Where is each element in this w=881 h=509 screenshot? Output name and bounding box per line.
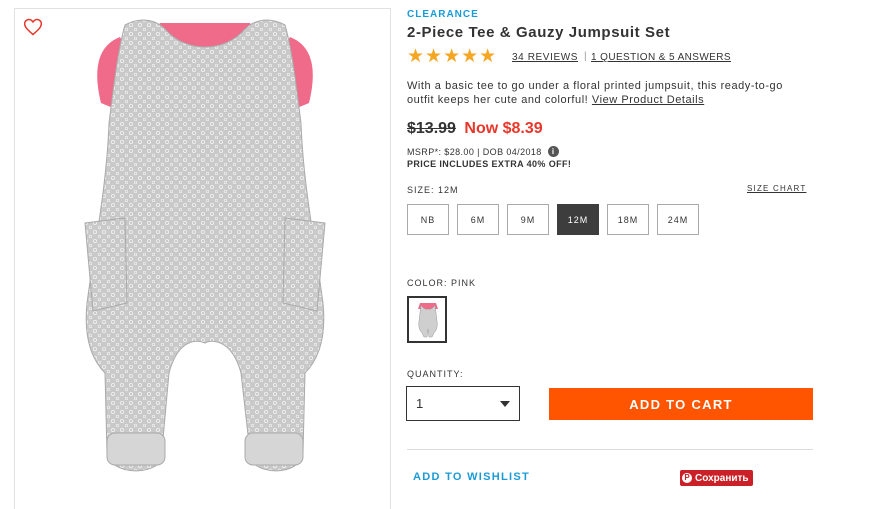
product-image[interactable] <box>65 13 355 493</box>
quantity-value: 1 <box>416 396 424 411</box>
qa-link[interactable]: 1 QUESTION & 5 ANSWERS <box>591 52 731 63</box>
size-option-6m[interactable]: 6M <box>457 204 499 235</box>
price-row: $13.99 Now $8.39 <box>407 120 543 138</box>
chevron-down-icon <box>500 401 510 407</box>
size-options: NB 6M 9M 12M 18M 24M <box>407 204 707 235</box>
color-label: COLOR: PINK <box>407 278 477 288</box>
size-option-9m[interactable]: 9M <box>507 204 549 235</box>
clearance-badge: CLEARANCE <box>407 9 479 20</box>
add-to-wishlist-link[interactable]: ADD TO WISHLIST <box>413 471 530 483</box>
add-to-cart-button[interactable]: ADD TO CART <box>549 388 813 420</box>
quantity-label: QUANTITY: <box>407 369 464 379</box>
quantity-select[interactable]: 1 <box>406 386 520 421</box>
view-details-link[interactable]: View Product Details <box>592 94 704 106</box>
pinterest-save-label: Сохранить <box>695 472 749 484</box>
size-option-18m[interactable]: 18M <box>607 204 649 235</box>
size-option-24m[interactable]: 24M <box>657 204 699 235</box>
msrp-info: MSRP*: $28.00 | DOB 04/2018 i <box>407 146 559 157</box>
promo-text: PRICE INCLUDES EXTRA 40% OFF! <box>407 159 572 169</box>
original-price: $13.99 <box>407 120 456 137</box>
size-chart-link[interactable]: SIZE CHART <box>747 184 806 193</box>
size-label: SIZE: 12M <box>407 185 459 195</box>
size-option-12m[interactable]: 12M <box>557 204 599 235</box>
divider <box>407 449 813 450</box>
size-option-nb[interactable]: NB <box>407 204 449 235</box>
reviews-link[interactable]: 34 REVIEWS <box>512 52 578 63</box>
pinterest-save-button[interactable]: P Сохранить <box>680 470 753 486</box>
product-description: With a basic tee to go under a floral pr… <box>407 79 807 107</box>
separator: | <box>584 51 587 62</box>
rating-stars-icon: ★★★★★ <box>407 46 498 67</box>
color-swatch-pink[interactable] <box>407 296 447 343</box>
product-image-panel <box>14 8 391 509</box>
pinterest-icon: P <box>682 473 692 483</box>
heart-icon[interactable] <box>23 17 43 37</box>
msrp-text: MSRP*: $28.00 | DOB 04/2018 <box>407 146 542 157</box>
swatch-thumbnail <box>418 303 438 338</box>
sale-price: Now $8.39 <box>464 120 543 137</box>
info-icon[interactable]: i <box>547 146 559 157</box>
product-title: 2-Piece Tee & Gauzy Jumpsuit Set <box>407 24 671 41</box>
